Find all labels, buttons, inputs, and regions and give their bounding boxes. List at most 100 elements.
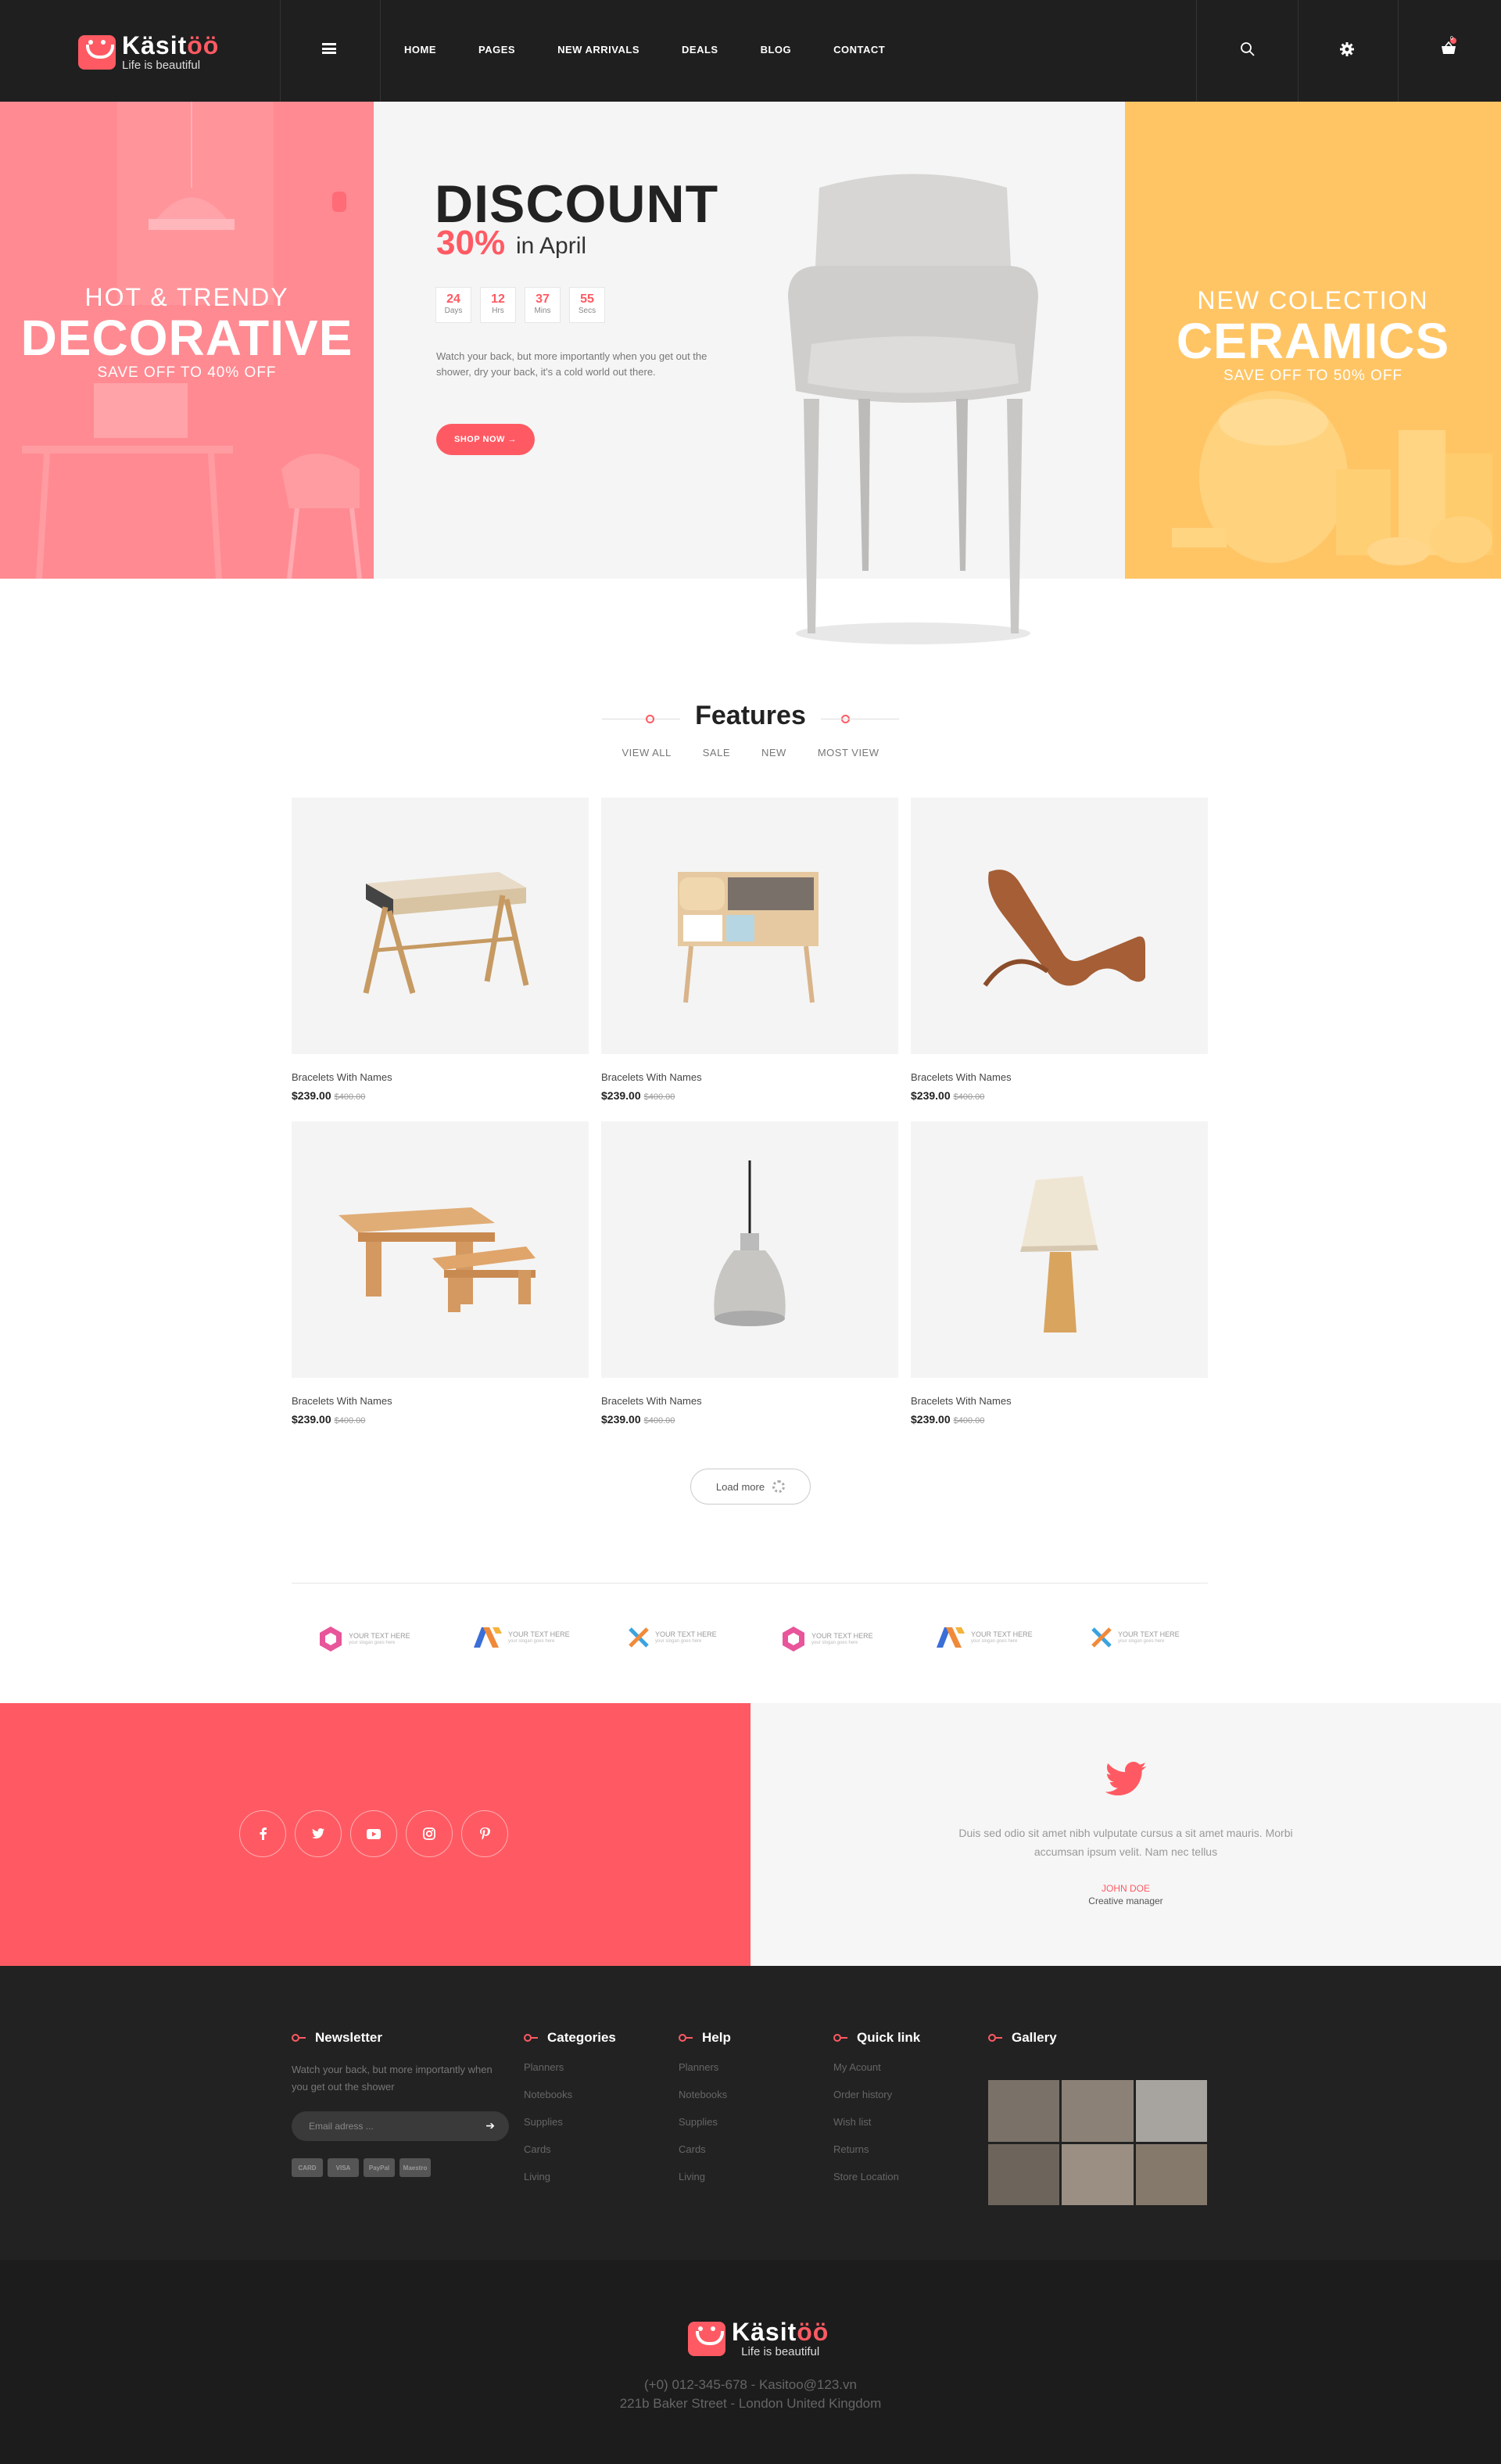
twitter-icon[interactable] bbox=[295, 1810, 342, 1857]
brand-tagline: Life is beautiful bbox=[122, 59, 201, 72]
brand-logo[interactable]: YOUR TEXT HERE your slogan goes here bbox=[1090, 1626, 1180, 1649]
product-name[interactable]: Bracelets With Names bbox=[911, 1071, 1208, 1083]
gallery-column: Gallery bbox=[988, 2030, 1057, 2046]
load-more-button[interactable]: Load more bbox=[690, 1469, 811, 1505]
product-card[interactable]: Bracelets With Names $239.00 $400.00 bbox=[292, 1121, 589, 1426]
shop-now-button[interactable]: SHOP NOW → bbox=[436, 424, 535, 455]
bullet-icon bbox=[988, 2034, 1004, 2042]
promo-right-line1: NEW COLECTION bbox=[1197, 286, 1429, 314]
product-name[interactable]: Bracelets With Names bbox=[911, 1395, 1208, 1407]
product-price: $239.00 $400.00 bbox=[911, 1089, 985, 1102]
product-image[interactable] bbox=[292, 798, 589, 1054]
nav-new-arrivals[interactable]: NEW ARRIVALS bbox=[557, 44, 639, 56]
feature-tabs: VIEW ALL SALE NEW MOST VIEW bbox=[0, 747, 1501, 759]
footer-link[interactable]: Wish list bbox=[833, 2116, 920, 2128]
product-image[interactable] bbox=[292, 1121, 589, 1378]
brand-logo[interactable]: YOUR TEXT HERE your slogan goes here bbox=[627, 1626, 717, 1649]
footer-link[interactable]: Planners bbox=[679, 2061, 731, 2073]
tab-sale[interactable]: SALE bbox=[703, 747, 730, 759]
nav-pages[interactable]: PAGES bbox=[478, 44, 515, 56]
nav-contact[interactable]: CONTACT bbox=[833, 44, 885, 56]
promo-right-subtitle: SAVE OFF TO 50% OFF bbox=[1223, 368, 1403, 385]
gallery-thumb[interactable] bbox=[988, 2143, 1060, 2205]
footer-link[interactable]: Living bbox=[524, 2171, 616, 2182]
product-image[interactable] bbox=[601, 798, 898, 1054]
paypal-icon: PayPal bbox=[364, 2158, 395, 2177]
brand-logo[interactable]: YOUR TEXT HERE your slogan goes here bbox=[780, 1626, 873, 1652]
brand-logo[interactable]: YOUR TEXT HERE your slogan goes here bbox=[472, 1626, 570, 1649]
product-name[interactable]: Bracelets With Names bbox=[292, 1071, 589, 1083]
footer-link[interactable]: Cards bbox=[524, 2143, 616, 2155]
search-icon[interactable] bbox=[1239, 41, 1256, 58]
help-title: Help bbox=[702, 2030, 731, 2045]
facebook-icon[interactable] bbox=[239, 1810, 286, 1857]
armchair-image bbox=[788, 174, 1038, 644]
footer-brand-name: Käsitöö bbox=[732, 2318, 829, 2346]
gallery-thumb[interactable] bbox=[1062, 2143, 1134, 2205]
tab-view-all[interactable]: VIEW ALL bbox=[622, 747, 672, 759]
brand-logo[interactable]: YOUR TEXT HERE your slogan goes here bbox=[317, 1626, 410, 1652]
bullet-icon bbox=[833, 2034, 849, 2042]
product-card[interactable]: Bracelets With Names $239.00 $400.00 bbox=[911, 1121, 1208, 1426]
bullet-icon bbox=[524, 2034, 539, 2042]
submit-arrow-icon[interactable]: ➔ bbox=[485, 2119, 495, 2132]
nav-blog[interactable]: BLOG bbox=[761, 44, 792, 56]
promo-left-title: DECORATIVE bbox=[20, 310, 353, 366]
gallery-thumb[interactable] bbox=[1135, 2080, 1207, 2142]
divider bbox=[380, 0, 381, 102]
contact-info: (+0) 012-345-678 - Kasitoo@123.vn bbox=[644, 2377, 857, 2392]
promo-ceramics[interactable]: NEW COLECTION CERAMICS SAVE OFF TO 50% O… bbox=[1125, 102, 1501, 579]
product-card[interactable]: Bracelets With Names $239.00 $400.00 bbox=[292, 798, 589, 1102]
promo-decorative[interactable]: HOT & TRENDY DECORATIVE SAVE OFF TO 40% … bbox=[0, 102, 374, 579]
footer-link[interactable]: Returns bbox=[833, 2143, 920, 2155]
nav-home[interactable]: HOME bbox=[404, 44, 436, 56]
footer-link[interactable]: Living bbox=[679, 2171, 731, 2182]
email-field[interactable]: Email adress ... ➔ bbox=[292, 2111, 509, 2141]
pinterest-icon[interactable] bbox=[461, 1810, 508, 1857]
cart-icon[interactable] bbox=[1438, 38, 1459, 58]
product-name[interactable]: Bracelets With Names bbox=[601, 1395, 898, 1407]
newsletter-description: Watch your back, but more importantly wh… bbox=[292, 2064, 493, 2093]
product-price: $239.00 $400.00 bbox=[601, 1413, 675, 1426]
nav-deals[interactable]: DEALS bbox=[682, 44, 718, 56]
footer-link[interactable]: Notebooks bbox=[679, 2089, 731, 2100]
footer-link[interactable]: My Acount bbox=[833, 2061, 920, 2073]
twitter-bird-icon bbox=[1105, 1762, 1147, 1796]
circle-icon bbox=[646, 715, 654, 723]
product-image[interactable] bbox=[911, 798, 1208, 1054]
logo[interactable]: Käsitöö Life is beautiful bbox=[78, 33, 219, 71]
footer-link[interactable]: Supplies bbox=[524, 2116, 616, 2128]
product-price: $239.00 $400.00 bbox=[601, 1089, 675, 1102]
footer-link[interactable]: Store Location bbox=[833, 2171, 920, 2182]
product-card[interactable]: Bracelets With Names $239.00 $400.00 bbox=[601, 1121, 898, 1426]
mastercard-icon: CARD bbox=[292, 2158, 323, 2177]
product-name[interactable]: Bracelets With Names bbox=[292, 1395, 589, 1407]
tab-most-view[interactable]: MOST VIEW bbox=[818, 747, 879, 759]
main-nav: HOME PAGES NEW ARRIVALS DEALS BLOG CONTA… bbox=[404, 44, 927, 56]
tab-new[interactable]: NEW bbox=[761, 747, 786, 759]
n-logo-icon bbox=[474, 1627, 502, 1648]
product-price: $239.00 $400.00 bbox=[292, 1413, 366, 1426]
gallery-thumb[interactable] bbox=[1135, 2143, 1207, 2205]
footer-logo[interactable]: Käsitöö Life is beautiful bbox=[688, 2319, 829, 2358]
youtube-icon[interactable] bbox=[350, 1810, 397, 1857]
gear-icon[interactable] bbox=[1338, 41, 1356, 58]
footer-link[interactable]: Cards bbox=[679, 2143, 731, 2155]
product-card[interactable]: Bracelets With Names $239.00 $400.00 bbox=[911, 798, 1208, 1102]
section-title: Features bbox=[695, 701, 806, 730]
product-card[interactable]: Bracelets With Names $239.00 $400.00 bbox=[601, 798, 898, 1102]
gallery-thumb[interactable] bbox=[1062, 2080, 1134, 2142]
product-image[interactable] bbox=[911, 1121, 1208, 1378]
instagram-icon[interactable] bbox=[406, 1810, 453, 1857]
footer-link[interactable]: Planners bbox=[524, 2061, 616, 2073]
payment-methods: CARD VISA PayPal Maestro bbox=[292, 2158, 510, 2177]
hamburger-menu-icon[interactable] bbox=[322, 43, 336, 54]
product-name[interactable]: Bracelets With Names bbox=[601, 1071, 898, 1083]
product-image[interactable] bbox=[601, 1121, 898, 1378]
brand-logo[interactable]: YOUR TEXT HERE your slogan goes here bbox=[935, 1626, 1033, 1649]
countdown-hours: 12 Hrs bbox=[480, 287, 516, 323]
gallery-thumb[interactable] bbox=[988, 2080, 1060, 2142]
footer-link[interactable]: Order history bbox=[833, 2089, 920, 2100]
footer-link[interactable]: Notebooks bbox=[524, 2089, 616, 2100]
footer-link[interactable]: Supplies bbox=[679, 2116, 731, 2128]
